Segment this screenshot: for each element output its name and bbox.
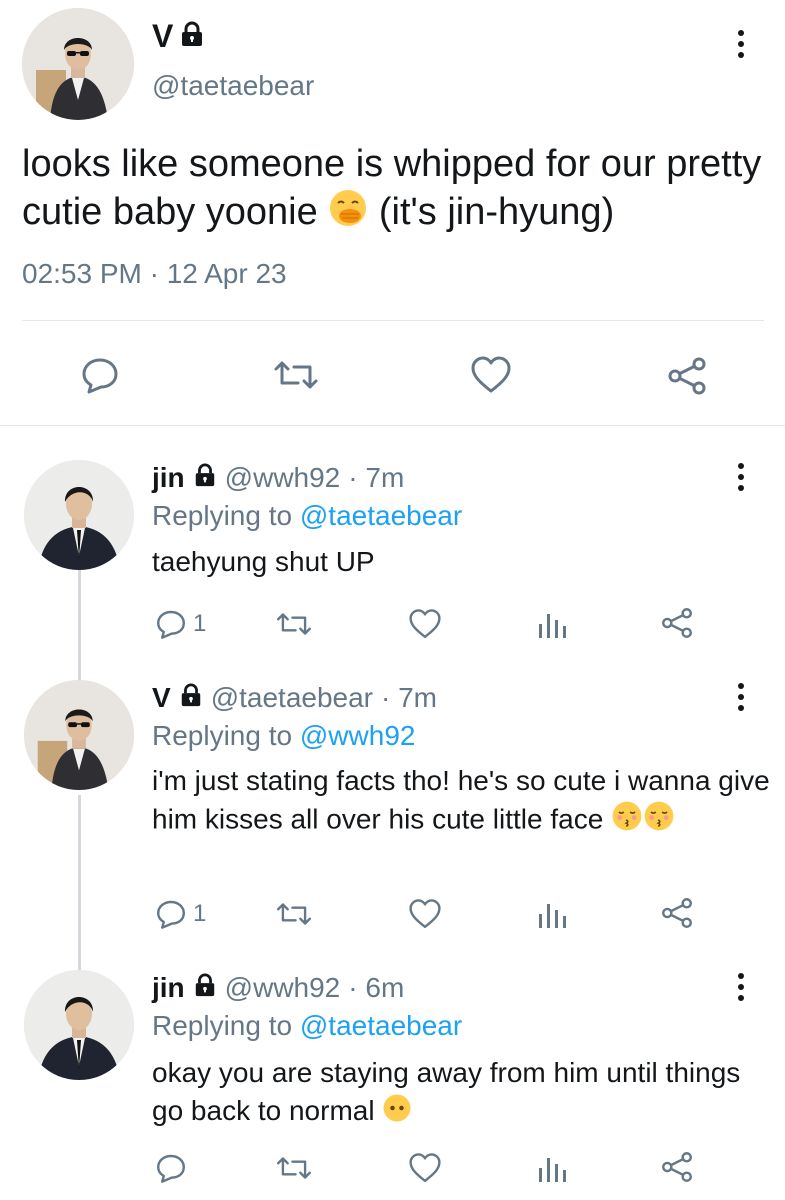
reply-time: · 7m [348,462,405,493]
replying-to-label: Replying to [152,1010,293,1041]
share-button[interactable] [666,355,708,397]
share-icon [662,898,692,928]
reply-display-name[interactable]: V [152,682,171,714]
like-button[interactable] [408,1152,442,1184]
analytics-icon [539,1158,566,1182]
replying-to-mention[interactable]: @wwh92 [300,720,416,751]
lock-icon [179,18,205,55]
main-handle[interactable]: @taetaebear [152,70,314,102]
thread-line [78,795,81,970]
analytics-icon [539,614,566,638]
kissing-face-emoji [611,800,643,842]
reply-header: V @taetaebear · 7m [152,682,437,714]
heart-icon [409,1153,441,1182]
jin-avatar-photo [24,970,134,1080]
reply-icon [157,1154,185,1183]
reply-button[interactable] [155,1152,193,1184]
divider [0,425,785,426]
lock-icon [193,972,217,1004]
share-icon [662,608,692,638]
analytics-icon [539,904,566,928]
reply-display-name[interactable]: jin [152,462,185,494]
analytics-button[interactable] [537,608,567,640]
replying-to: Replying to @taetaebear [152,500,462,532]
reply-text: okay you are staying away from him until… [152,1054,772,1133]
main-avatar[interactable] [22,8,134,120]
share-button[interactable] [660,606,694,640]
reply-time: · 6m [348,972,405,1003]
thread-line [78,570,81,680]
more-options-icon[interactable] [735,30,747,64]
reply-text-body: okay you are staying away from him until… [152,1057,741,1126]
more-options-icon[interactable] [735,973,747,1007]
share-icon [662,1152,692,1182]
like-button[interactable] [408,898,442,930]
retweet-button[interactable] [275,608,313,640]
replying-to-mention[interactable]: @taetaebear [300,1010,462,1041]
share-icon [668,357,706,395]
main-tweet-timestamp: 02:53 PM · 12 Apr 23 [22,258,287,289]
replying-to-label: Replying to [152,500,293,531]
reply-handle[interactable]: @wwh92 [225,462,341,494]
kissing-face-emoji [643,800,675,842]
jin-avatar-photo [24,460,134,570]
reply-handle[interactable]: @wwh92 [225,972,341,1004]
reply-count: 1 [193,900,207,927]
lock-icon [179,682,203,714]
replying-to-mention[interactable]: @taetaebear [300,500,462,531]
retweet-icon [276,1157,312,1179]
reply-button[interactable]: 1 [155,898,206,930]
analytics-button[interactable] [537,898,567,930]
reply-text: i'm just stating facts tho! he's so cute… [152,762,772,842]
reply-icon [157,610,185,639]
analytics-button[interactable] [537,1152,567,1184]
more-options-icon[interactable] [735,683,747,717]
retweet-icon [276,613,312,635]
replying-to-label: Replying to [152,720,293,751]
replying-to: Replying to @taetaebear [152,1010,462,1042]
reply-icon [82,358,118,394]
retweet-button[interactable] [272,355,320,395]
neutral-face-emoji [382,1093,412,1133]
lock-icon [193,462,217,494]
retweet-icon [274,361,318,389]
reply-display-name[interactable]: jin [152,972,185,1004]
main-tweet-text-tail: (it's jin-hyung) [378,191,615,234]
like-button[interactable] [408,608,442,640]
reply-count: 1 [193,610,207,637]
retweet-button[interactable] [275,898,313,930]
retweet-button[interactable] [275,1152,313,1184]
reply-avatar[interactable] [24,970,134,1080]
reply-handle[interactable]: @taetaebear [211,682,373,714]
share-button[interactable] [660,1150,694,1184]
reply-button[interactable]: 1 [155,608,206,640]
heart-icon [409,899,441,928]
more-options-icon[interactable] [735,463,747,497]
v-avatar-photo [24,680,134,790]
reply-header: jin @wwh92 · 6m [152,972,404,1004]
reply-icon [157,900,185,929]
share-button[interactable] [660,896,694,930]
like-button[interactable] [470,355,512,395]
reply-avatar[interactable] [24,460,134,570]
heart-icon [409,609,441,638]
divider [22,320,764,321]
reply-time: · 7m [381,682,437,713]
reply-text: taehyung shut UP [152,546,375,577]
main-display-name[interactable]: V [152,18,205,55]
replying-to: Replying to @wwh92 [152,720,415,752]
main-tweet-text: looks like someone is whipped for our pr… [22,140,772,240]
hand-over-mouth-emoji [328,188,368,240]
reply-button[interactable] [80,355,120,395]
main-display-name-text: V [152,18,174,54]
heart-icon [471,356,511,393]
retweet-icon [276,903,312,925]
v-avatar-photo [22,8,134,120]
reply-text-body: i'm just stating facts tho! he's so cute… [152,765,770,835]
reply-avatar[interactable] [24,680,134,790]
reply-header: jin @wwh92 · 7m [152,462,404,494]
